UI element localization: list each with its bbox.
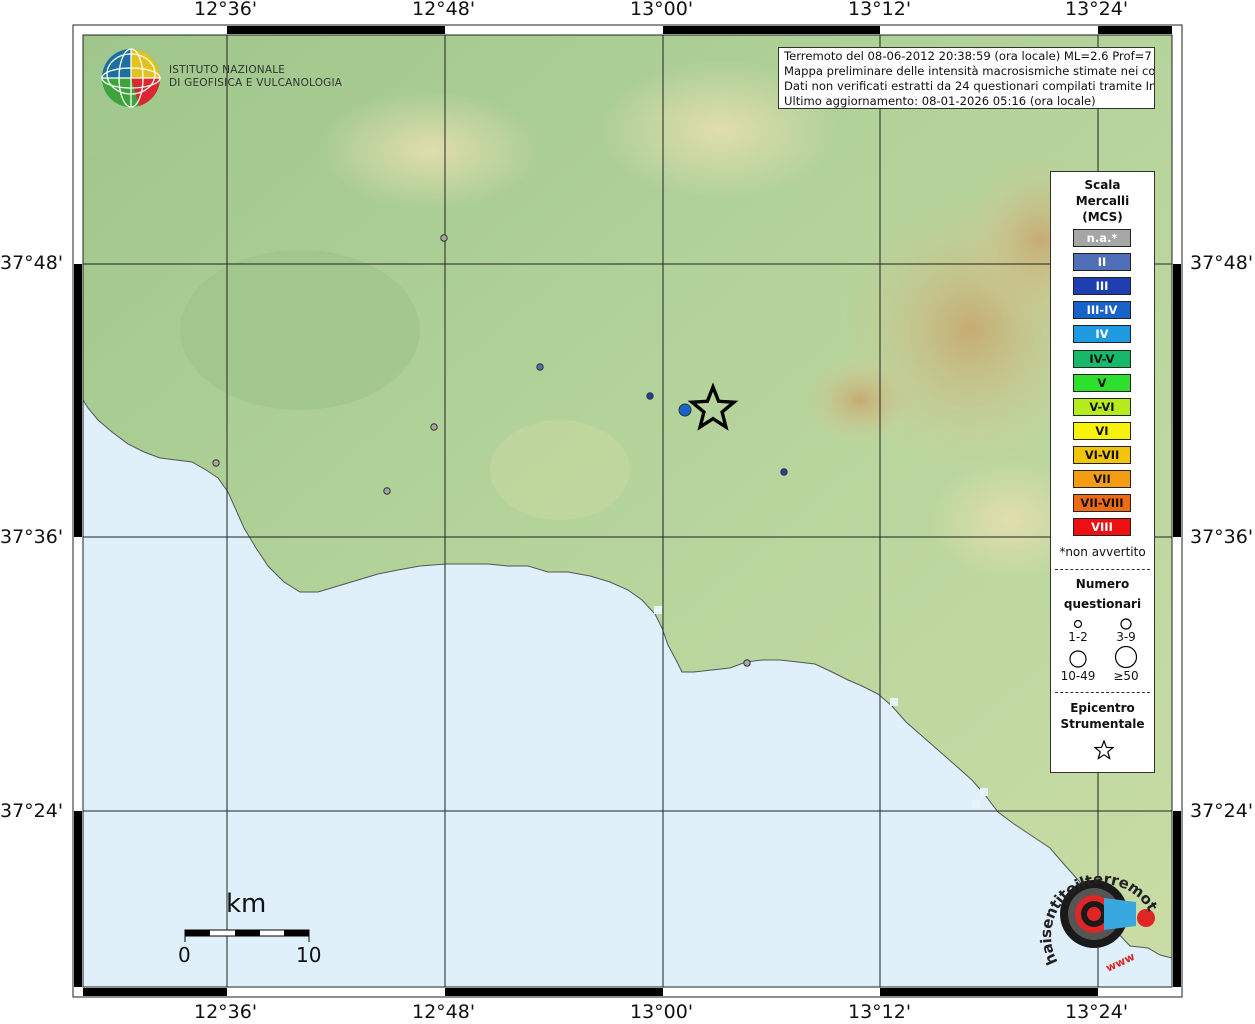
legend-title: Scala <box>1084 178 1121 192</box>
lat-label-left: 37°36' <box>0 526 64 548</box>
mcs-class-swatch: V <box>1073 373 1131 392</box>
ingv-logo-icon <box>101 48 161 108</box>
lon-label-top: 13°00' <box>630 0 694 20</box>
lat-label-left: 37°24' <box>0 800 64 822</box>
mcs-class-swatch: IV <box>1073 325 1131 344</box>
lon-label-top: 12°48' <box>412 0 476 20</box>
count-label: ≥50 <box>1113 669 1139 683</box>
mcs-class-swatch: III <box>1073 277 1131 296</box>
marker-na <box>743 659 751 667</box>
mcs-class-swatch: n.a.* <box>1073 229 1131 247</box>
legend-title: Mercalli <box>1075 194 1130 208</box>
marker-iv <box>678 403 692 417</box>
scale-start: 0 <box>178 943 191 967</box>
haisentito-watermark: haisentitoilterremoto.it www <box>1030 850 1162 975</box>
count-label: 3-9 <box>1116 630 1136 644</box>
watermark-url: www <box>1104 950 1137 975</box>
lon-label-top: 13°24' <box>1065 0 1129 20</box>
event-info-line: Mappa preliminare delle intensità macros… <box>784 64 1154 78</box>
mcs-class-swatch: VII <box>1073 470 1131 488</box>
lat-label-right: 37°36' <box>1190 526 1254 548</box>
mcs-class-swatch: VI-VII <box>1073 445 1131 464</box>
lon-label-bottom: 13°24' <box>1065 1001 1129 1023</box>
lon-label-bottom: 13°00' <box>630 1001 694 1023</box>
event-info-line: Dati non verificati estratti da 24 quest… <box>784 79 1154 93</box>
event-info-line: Ultimo aggiornamento: 08-01-2026 05:16 (… <box>784 94 1096 108</box>
marker-na <box>440 234 448 242</box>
scale-end: 10 <box>296 943 322 967</box>
legend-count-title: questionari <box>1063 597 1142 611</box>
marker-na <box>212 459 220 467</box>
lon-label-top: 12°36' <box>194 0 258 20</box>
marker-ii <box>536 363 544 371</box>
marker-na <box>430 423 438 431</box>
scale-unit: km <box>226 889 267 919</box>
lat-label-right: 37°24' <box>1190 800 1254 822</box>
watermark-text: haisentitoilterremoto.it <box>1030 850 1162 968</box>
lon-label-bottom: 12°48' <box>412 1001 476 1023</box>
mcs-class-swatch: IV-V <box>1073 349 1131 368</box>
lon-label-bottom: 13°12' <box>848 1001 912 1023</box>
event-info-box: Terremoto del 08-06-2012 20:38:59 (ora l… <box>778 47 1155 109</box>
legend-title: (MCS) <box>1082 210 1123 224</box>
mcs-class-swatch: III-IV <box>1073 301 1131 320</box>
mcs-class-swatch: II <box>1073 253 1131 272</box>
lon-label-bottom: 12°36' <box>194 1001 258 1023</box>
legend-epicenter-title: Strumentale <box>1060 717 1145 731</box>
legend-count-title: Numero <box>1075 577 1130 591</box>
marker-iii <box>646 392 654 400</box>
count-label: 1-2 <box>1068 630 1088 644</box>
mcs-class-swatch: VI <box>1073 421 1131 440</box>
lat-label-left: 37°48' <box>0 252 64 274</box>
mcs-class-swatch: V-VI <box>1073 397 1131 416</box>
institute-name: ISTITUTO NAZIONALE DI GEOFISICA E VULCAN… <box>169 64 343 89</box>
svg-text:haisentitoilterremoto.it: haisentitoilterremoto.it <box>1030 850 1161 968</box>
lon-label-top: 13°12' <box>848 0 912 20</box>
marker-iii <box>780 468 788 476</box>
legend-epicenter-title: Epicentro <box>1070 701 1135 715</box>
legend-footnote: *non avvertito <box>1059 545 1146 559</box>
event-info-line: Terremoto del 08-06-2012 20:38:59 (ora l… <box>784 49 1154 63</box>
marker-na <box>383 487 391 495</box>
lat-label-right: 37°48' <box>1190 252 1254 274</box>
count-label: 10-49 <box>1060 669 1096 683</box>
legend: Scala Mercalli (MCS) *non avvertito Nume… <box>1050 171 1155 773</box>
mcs-class-swatch: VIII <box>1073 518 1131 537</box>
star-icon <box>1094 740 1114 760</box>
mcs-class-swatch: VII-VIII <box>1073 494 1131 513</box>
